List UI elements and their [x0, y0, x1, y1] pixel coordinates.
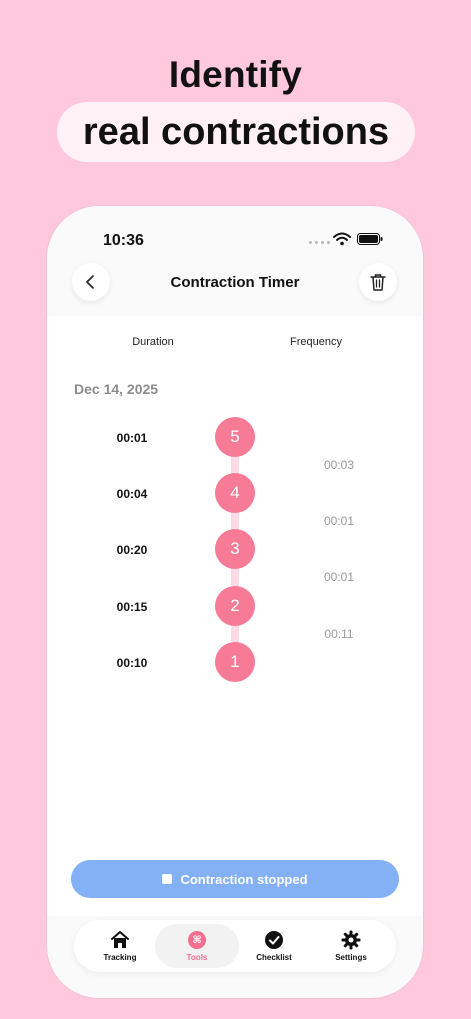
wifi-icon: [333, 232, 351, 246]
tab-label: Tools: [186, 953, 208, 962]
duration-value: 00:01: [116, 431, 148, 445]
contraction-stopped-label: Contraction stopped: [180, 871, 308, 887]
duration-value: 00:20: [116, 543, 148, 557]
tab-label: Tracking: [103, 953, 137, 962]
date-label: Dec 14, 2025: [74, 381, 159, 397]
contraction-node[interactable]: 1: [215, 642, 255, 682]
tab-checklist[interactable]: Checklist: [232, 924, 316, 968]
tab-tracking[interactable]: Tracking: [78, 924, 162, 968]
signal-dots-icon: [309, 241, 330, 244]
status-time: 10:36: [103, 232, 144, 249]
hero-title-line1: Identify: [168, 54, 303, 95]
contraction-node[interactable]: 3: [215, 529, 255, 569]
battery-icon: [357, 233, 383, 245]
duration-value: 00:15: [116, 600, 148, 614]
frequency-value: 00:01: [323, 570, 355, 584]
delete-button[interactable]: [359, 263, 397, 301]
gear-icon: [341, 930, 361, 950]
bottom-tab-bar: Tracking ⌘ Tools Checklist Settings: [74, 920, 396, 972]
tab-tools[interactable]: ⌘ Tools: [155, 924, 239, 968]
duration-value: 00:04: [116, 487, 148, 501]
contraction-node[interactable]: 2: [215, 586, 255, 626]
check-circle-icon: [264, 930, 284, 950]
contraction-node[interactable]: 5: [215, 417, 255, 457]
contraction-node[interactable]: 4: [215, 473, 255, 513]
tab-settings[interactable]: Settings: [309, 924, 393, 968]
home-icon: [110, 930, 130, 950]
frequency-value: 00:03: [323, 458, 355, 472]
frequency-column-header: Frequency: [290, 336, 342, 348]
phone-frame: 10:36 Contraction Timer Duration Frequen…: [47, 206, 423, 998]
contraction-stopped-button[interactable]: Contraction stopped: [71, 860, 399, 898]
tools-icon: ⌘: [187, 930, 207, 950]
frequency-value: 00:01: [323, 514, 355, 528]
timer-content: Duration Frequency Dec 14, 2025 00:01 5 …: [47, 316, 423, 916]
stop-icon: [162, 874, 173, 884]
duration-value: 00:10: [116, 656, 148, 670]
duration-column-header: Duration: [132, 336, 174, 348]
frequency-value: 00:11: [324, 627, 354, 641]
tab-label: Settings: [335, 953, 367, 962]
hero-title-pill: real contractions: [57, 102, 415, 162]
trash-icon: [370, 274, 386, 291]
hero-title-line2: real contractions: [82, 110, 390, 153]
tab-label: Checklist: [256, 953, 292, 962]
